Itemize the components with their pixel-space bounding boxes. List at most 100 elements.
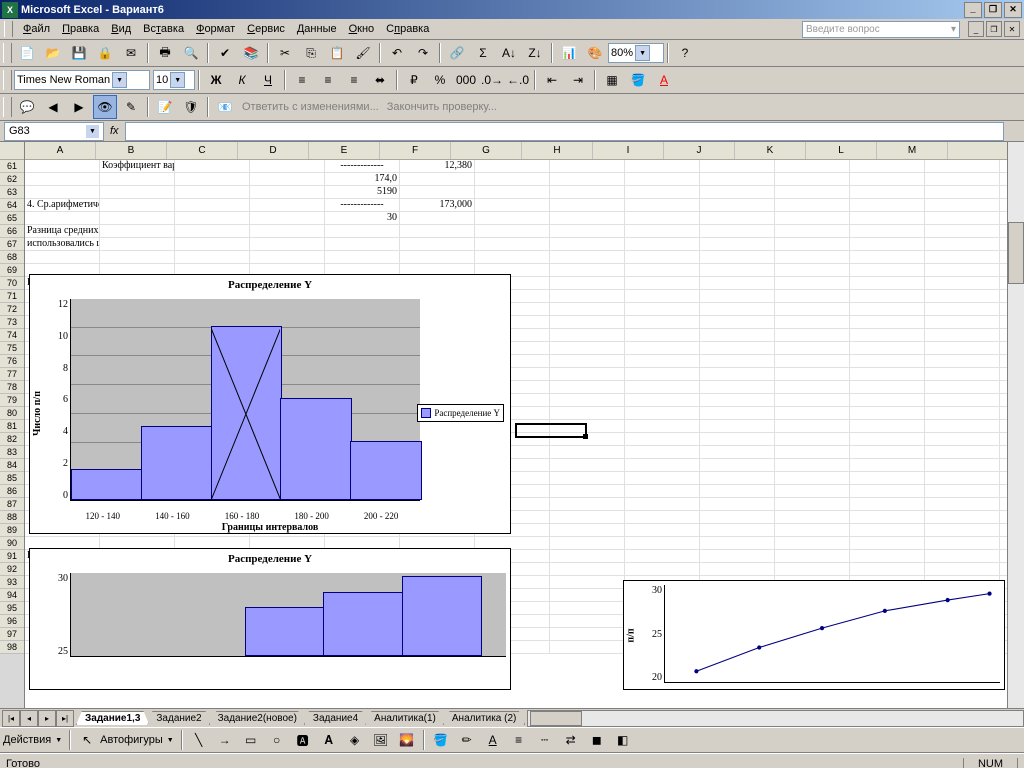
undo-icon[interactable]: ↶ bbox=[385, 41, 409, 65]
worksheet-grid[interactable]: 6162636465666768697071727374757677787980… bbox=[0, 142, 1024, 708]
row-header[interactable]: 73 bbox=[0, 316, 24, 329]
col-header[interactable]: A bbox=[25, 142, 96, 159]
font-color-icon[interactable]: A bbox=[481, 728, 505, 752]
menu-данные[interactable]: Данные bbox=[291, 21, 343, 37]
row-header[interactable]: 91 bbox=[0, 550, 24, 563]
menu-вид[interactable]: Вид bbox=[105, 21, 137, 37]
save-icon[interactable]: 💾 bbox=[67, 41, 91, 65]
row-header[interactable]: 96 bbox=[0, 615, 24, 628]
horizontal-scrollbar[interactable] bbox=[527, 710, 1024, 727]
row-header[interactable]: 80 bbox=[0, 407, 24, 420]
col-header[interactable]: M bbox=[877, 142, 948, 159]
menu-формат[interactable]: Формат bbox=[190, 21, 241, 37]
tab-prev-icon[interactable]: ◂ bbox=[20, 710, 38, 727]
col-header[interactable]: D bbox=[238, 142, 309, 159]
chart-histogram-2[interactable]: Распределение Y 3025 bbox=[29, 548, 511, 690]
row-header[interactable]: 86 bbox=[0, 485, 24, 498]
menu-сервис[interactable]: Сервис bbox=[241, 21, 291, 37]
currency-icon[interactable]: ₽ bbox=[402, 68, 426, 92]
paste-icon[interactable]: 📋 bbox=[325, 41, 349, 65]
col-header[interactable]: I bbox=[593, 142, 664, 159]
row-header[interactable]: 98 bbox=[0, 641, 24, 654]
dec-decimal-icon[interactable]: ←.0 bbox=[506, 68, 530, 92]
permission-icon[interactable]: 🔒 bbox=[93, 41, 117, 65]
menu-правка[interactable]: Правка bbox=[56, 21, 105, 37]
textbox-icon[interactable]: 🅰 bbox=[291, 728, 315, 752]
row-header[interactable]: 79 bbox=[0, 394, 24, 407]
line-style-icon[interactable]: ≡ bbox=[507, 728, 531, 752]
research-icon[interactable]: 📚 bbox=[239, 41, 263, 65]
row-header[interactable]: 90 bbox=[0, 537, 24, 550]
merge-icon[interactable]: ⬌ bbox=[368, 68, 392, 92]
col-header[interactable]: F bbox=[380, 142, 451, 159]
row-header[interactable]: 66 bbox=[0, 225, 24, 238]
inc-decimal-icon[interactable]: .0→ bbox=[480, 68, 504, 92]
menu-файл[interactable]: Файл bbox=[17, 21, 56, 37]
col-header[interactable]: H bbox=[522, 142, 593, 159]
ask-question-box[interactable]: Введите вопрос▾ bbox=[802, 21, 960, 38]
italic-icon[interactable]: К bbox=[230, 68, 254, 92]
fill-color-icon[interactable]: 🪣 bbox=[429, 728, 453, 752]
toolbar-handle[interactable] bbox=[3, 43, 12, 63]
row-header[interactable]: 83 bbox=[0, 446, 24, 459]
oval-icon[interactable]: ○ bbox=[265, 728, 289, 752]
select-objects-icon[interactable]: ↖ bbox=[75, 728, 99, 752]
mail-icon[interactable]: ✉ bbox=[119, 41, 143, 65]
row-header[interactable]: 78 bbox=[0, 381, 24, 394]
sheet-tab[interactable]: Аналитика (2) bbox=[443, 711, 526, 725]
close-button[interactable]: ✕ bbox=[1004, 2, 1022, 18]
sheet-tab[interactable]: Задание4 bbox=[304, 711, 367, 725]
menu-справка[interactable]: Справка bbox=[380, 21, 435, 37]
font-size-combo[interactable]: 10▼ bbox=[153, 70, 195, 90]
row-header[interactable]: 67 bbox=[0, 238, 24, 251]
row-header[interactable]: 77 bbox=[0, 368, 24, 381]
protect-icon[interactable]: 🛡 bbox=[179, 95, 203, 119]
autoshapes-menu[interactable]: Автофигуры bbox=[100, 734, 163, 746]
row-header[interactable]: 72 bbox=[0, 303, 24, 316]
col-header[interactable]: G bbox=[451, 142, 522, 159]
percent-icon[interactable]: % bbox=[428, 68, 452, 92]
line-color-icon[interactable]: ✏ bbox=[455, 728, 479, 752]
borders-icon[interactable]: ▦ bbox=[600, 68, 624, 92]
picture-icon[interactable]: 🌄 bbox=[395, 728, 419, 752]
copy-icon[interactable]: ⎘ bbox=[299, 41, 323, 65]
actions-menu[interactable]: Действия bbox=[3, 734, 51, 746]
row-header[interactable]: 89 bbox=[0, 524, 24, 537]
align-left-icon[interactable]: ≡ bbox=[290, 68, 314, 92]
row-header[interactable]: 94 bbox=[0, 589, 24, 602]
col-header[interactable]: B bbox=[96, 142, 167, 159]
rectangle-icon[interactable]: ▭ bbox=[239, 728, 263, 752]
col-header[interactable]: K bbox=[735, 142, 806, 159]
sort-asc-icon[interactable]: A↓ bbox=[497, 41, 521, 65]
chart-histogram-1[interactable]: Распределение Y Mo Число п/п 121086420 Р… bbox=[29, 274, 511, 534]
row-header[interactable]: 93 bbox=[0, 576, 24, 589]
doc-restore-button[interactable]: ❐ bbox=[986, 21, 1002, 37]
col-header[interactable]: E bbox=[309, 142, 380, 159]
menu-окно[interactable]: Окно bbox=[343, 21, 381, 37]
col-header[interactable]: C bbox=[167, 142, 238, 159]
sheet-tab[interactable]: Задание2 bbox=[147, 711, 210, 725]
toolbar-handle[interactable] bbox=[3, 70, 12, 90]
row-header[interactable]: 75 bbox=[0, 342, 24, 355]
row-header[interactable]: 97 bbox=[0, 628, 24, 641]
tab-next-icon[interactable]: ▸ bbox=[38, 710, 56, 727]
col-header[interactable]: J bbox=[664, 142, 735, 159]
row-header[interactable]: 62 bbox=[0, 173, 24, 186]
menu-вставка[interactable]: Вставка bbox=[137, 21, 190, 37]
zoom-combo[interactable]: 80%▼ bbox=[608, 43, 664, 63]
sheet-tab[interactable]: Задание2(новое) bbox=[209, 711, 306, 725]
new-comment-icon[interactable]: 💬 bbox=[15, 95, 39, 119]
restore-button[interactable]: ❐ bbox=[984, 2, 1002, 18]
preview-icon[interactable]: 🔍 bbox=[179, 41, 203, 65]
track-changes-icon[interactable]: 📝 bbox=[153, 95, 177, 119]
row-header[interactable]: 88 bbox=[0, 511, 24, 524]
row-header[interactable]: 64 bbox=[0, 199, 24, 212]
comma-icon[interactable]: 000 bbox=[454, 68, 478, 92]
chart-line-cumulative[interactable]: Me п/п 302520 bbox=[623, 580, 1005, 690]
open-icon[interactable]: 📂 bbox=[41, 41, 65, 65]
doc-minimize-button[interactable]: _ bbox=[968, 21, 984, 37]
tab-last-icon[interactable]: ▸| bbox=[56, 710, 74, 727]
bold-icon[interactable]: Ж bbox=[204, 68, 228, 92]
cut-icon[interactable]: ✂ bbox=[273, 41, 297, 65]
row-header[interactable]: 65 bbox=[0, 212, 24, 225]
